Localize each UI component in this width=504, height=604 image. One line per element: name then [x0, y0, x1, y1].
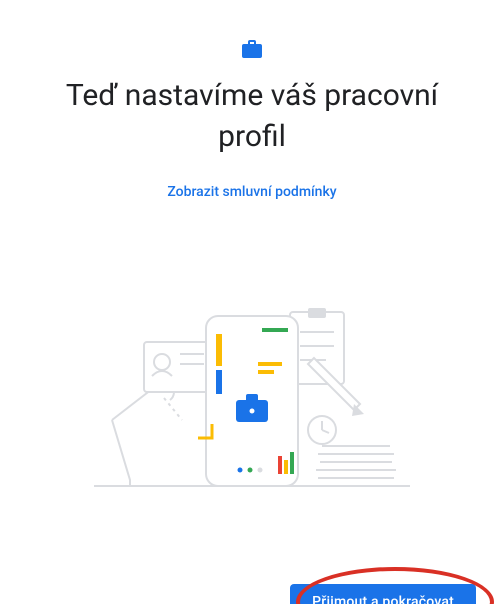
setup-illustration: [82, 270, 422, 500]
setup-screen: Teď nastavíme váš pracovní profil Zobraz…: [0, 38, 504, 604]
briefcase-icon: [240, 38, 264, 62]
page-title: Teď nastavíme váš pracovní profil: [30, 76, 474, 157]
accept-continue-button[interactable]: Přijmout a pokračovat: [290, 584, 476, 604]
terms-link[interactable]: Zobrazit smluvní podmínky: [167, 184, 336, 200]
